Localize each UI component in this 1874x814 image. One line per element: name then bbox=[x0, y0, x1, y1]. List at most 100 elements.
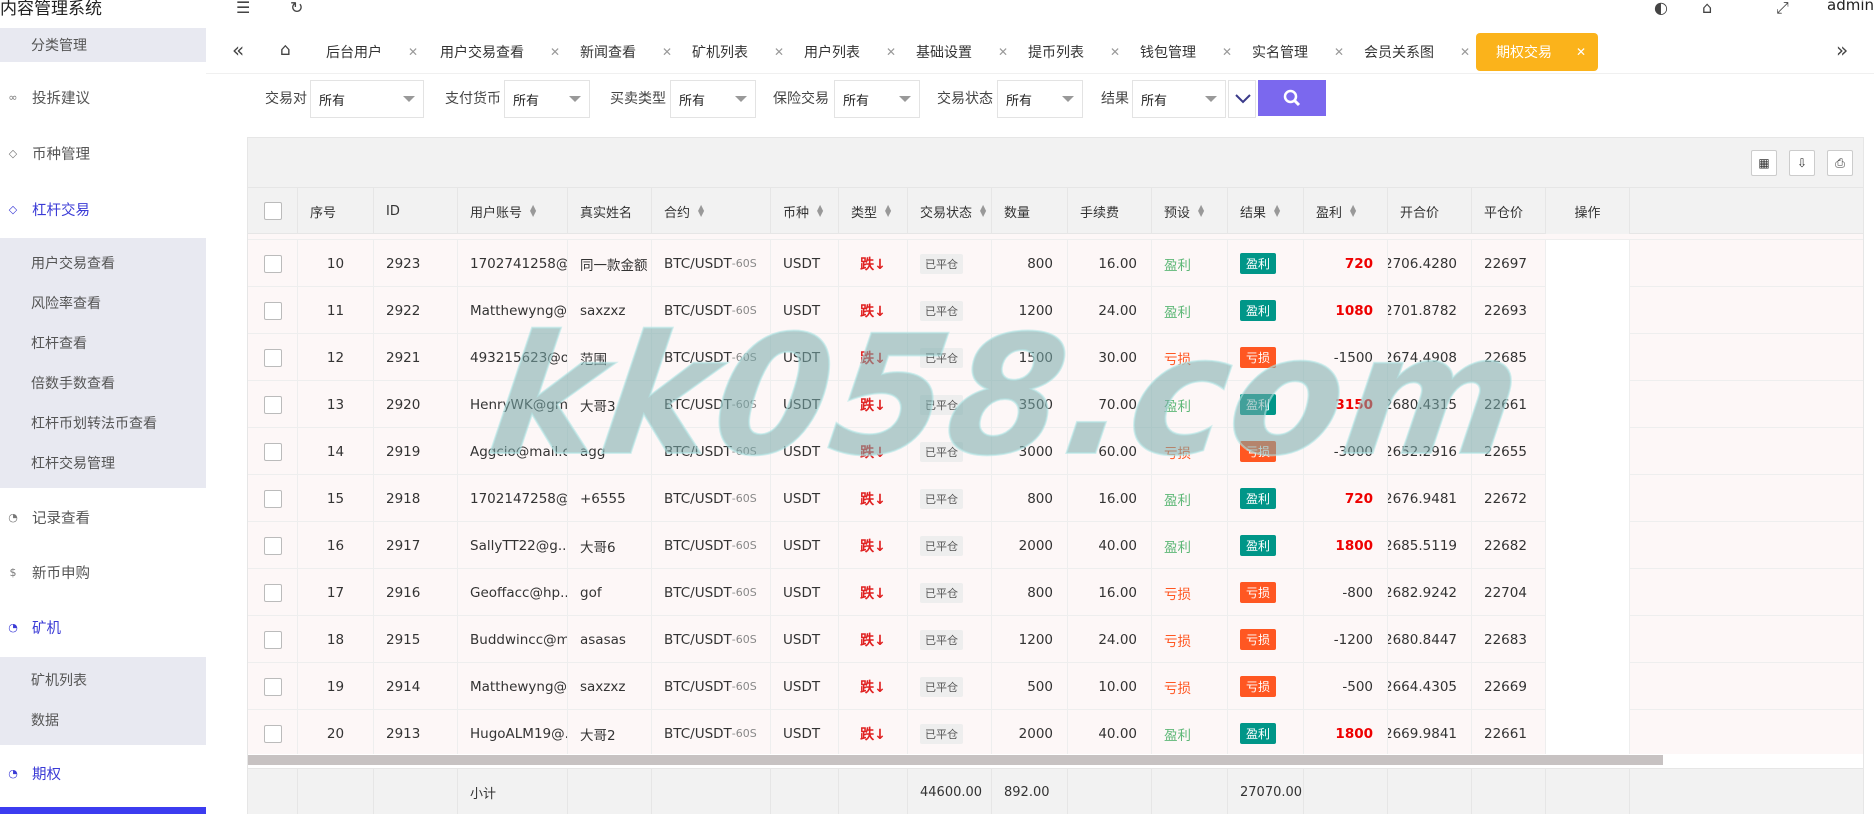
filter-side-select[interactable]: 所有 bbox=[670, 80, 756, 118]
sidebar-item-miner-list[interactable]: 矿机列表 bbox=[0, 665, 206, 695]
theme-icon[interactable]: ◐ bbox=[1654, 0, 1668, 17]
sort-icon[interactable]: ▲ ▼ bbox=[1198, 204, 1204, 218]
sidebar-item-risk[interactable]: 风险率查看 bbox=[0, 288, 206, 318]
sidebar-item-multiplier[interactable]: 倍数手数查看 bbox=[0, 368, 206, 398]
row-checkbox[interactable] bbox=[263, 630, 282, 649]
row-checkbox-cell[interactable] bbox=[248, 663, 298, 710]
column-header[interactable]: 类型 ▲ ▼ bbox=[839, 188, 908, 234]
row-checkbox-cell[interactable] bbox=[248, 522, 298, 569]
row-checkbox-cell[interactable] bbox=[248, 616, 298, 663]
fullscreen-icon[interactable]: ⤢ bbox=[1776, 0, 1789, 18]
tab-options-trades[interactable]: 期权交易 ✕ bbox=[1476, 33, 1599, 71]
close-icon[interactable]: ✕ bbox=[1222, 45, 1232, 59]
filter-status-select[interactable]: 所有 bbox=[997, 80, 1083, 118]
row-checkbox[interactable] bbox=[263, 254, 282, 273]
row-checkbox-cell[interactable] bbox=[248, 334, 298, 381]
sidebar-item-user-trades[interactable]: 用户交易查看 bbox=[0, 248, 206, 278]
sort-icon[interactable]: ▲ ▼ bbox=[698, 204, 704, 218]
sidebar-item-leverage-view[interactable]: 杠杆查看 bbox=[0, 328, 206, 358]
sidebar-item-suggestion[interactable]: ∞ 投拆建议 bbox=[0, 82, 206, 112]
tab-wallet[interactable]: 钱包管理 ✕ bbox=[1140, 33, 1232, 71]
sidebar-item-coins[interactable]: ◇ 币种管理 bbox=[0, 138, 206, 168]
sidebar-item-miner[interactable]: ◔ 矿机 bbox=[0, 612, 206, 642]
tab-miner-list[interactable]: 矿机列表 ✕ bbox=[692, 33, 784, 71]
row-checkbox[interactable] bbox=[263, 348, 282, 367]
sort-icon[interactable]: ▲ ▼ bbox=[1274, 204, 1280, 218]
row-checkbox[interactable] bbox=[263, 489, 282, 508]
table-row[interactable]: 12 2921 493215623@o... 范围 BTC/USDT-60S USDT 跌↓… bbox=[248, 334, 1863, 381]
sidebar-item-data[interactable]: 数据 bbox=[0, 705, 206, 735]
print-icon[interactable]: ⎙ bbox=[1827, 150, 1853, 176]
sidebar-item-transfer[interactable]: 杠杆币划转法币查看 bbox=[0, 408, 206, 438]
column-header[interactable]: 合约 ▲ ▼ bbox=[652, 188, 771, 234]
row-checkbox-cell[interactable] bbox=[248, 710, 298, 754]
row-checkbox[interactable] bbox=[263, 442, 282, 461]
table-row[interactable]: 18 2915 Buddwincc@m... asasas BTC/USDT-60S US… bbox=[248, 616, 1863, 663]
columns-icon[interactable]: ▦ bbox=[1751, 150, 1777, 176]
row-checkbox-cell[interactable] bbox=[248, 240, 298, 287]
table-row[interactable]: 17 2916 Geoffacc@hp.... gof BTC/USDT -60S USDT… bbox=[248, 569, 1863, 616]
column-header[interactable]: 预设 ▲ ▼ bbox=[1152, 188, 1228, 234]
close-icon[interactable]: ✕ bbox=[1576, 45, 1586, 59]
close-icon[interactable]: ✕ bbox=[774, 45, 784, 59]
tab-news[interactable]: 新闻查看 ✕ bbox=[580, 33, 672, 71]
table-row[interactable]: 16 2917 SallyTT22@g... 大哥6 BTC/USDT -60S USDT 跌… bbox=[248, 522, 1863, 569]
table-row[interactable]: 20 2913 HugoALM19@... 大哥2 BTC/USDT -60S USDT 跌↓… bbox=[248, 710, 1863, 754]
sort-icon[interactable]: ▲ ▼ bbox=[885, 204, 891, 218]
column-header[interactable]: 结果 ▲ ▼ bbox=[1228, 188, 1304, 234]
column-header[interactable]: 用户账号 ▲ ▼ bbox=[458, 188, 568, 234]
sort-icon[interactable]: ▲ ▼ bbox=[817, 204, 823, 218]
tab-user-trades[interactable]: 用户交易查看 ✕ bbox=[440, 33, 560, 71]
table-row[interactable]: 19 2914 Matthewyng@... saxzxz BTC/USDT-60S US… bbox=[248, 663, 1863, 710]
sidebar-item-category[interactable]: 分类管理 bbox=[0, 30, 206, 60]
table-row[interactable]: 11 2922 Matthewyng@... saxzxz BTC/USDT-60S US… bbox=[248, 287, 1863, 334]
row-checkbox[interactable] bbox=[263, 301, 282, 320]
close-icon[interactable]: ✕ bbox=[886, 45, 896, 59]
row-checkbox[interactable] bbox=[263, 395, 282, 414]
export-icon[interactable]: ⇩ bbox=[1789, 150, 1815, 176]
sort-icon[interactable]: ▲ ▼ bbox=[1350, 204, 1356, 218]
sort-icon[interactable]: ▲ ▼ bbox=[530, 204, 536, 218]
tab-prev-icon[interactable]: « bbox=[232, 38, 244, 62]
row-checkbox[interactable] bbox=[263, 724, 282, 743]
sidebar-item-leverage-manage[interactable]: 杠杆交易管理 bbox=[0, 448, 206, 478]
close-icon[interactable]: ✕ bbox=[1460, 45, 1470, 59]
select-all-checkbox[interactable] bbox=[263, 202, 282, 220]
filter-pair-select[interactable]: 所有 bbox=[310, 80, 424, 118]
sidebar-item-new-coin[interactable]: $ 新币申购 bbox=[0, 557, 206, 587]
column-header[interactable]: 交易状态 ▲ ▼ bbox=[908, 188, 992, 234]
row-checkbox-cell[interactable] bbox=[248, 287, 298, 334]
tab-member-tree[interactable]: 会员关系图 ✕ bbox=[1364, 33, 1470, 71]
close-icon[interactable]: ✕ bbox=[998, 45, 1008, 59]
filter-expand-button[interactable] bbox=[1228, 80, 1256, 118]
tab-user-list[interactable]: 用户列表 ✕ bbox=[804, 33, 896, 71]
home-icon[interactable]: ⌂ bbox=[280, 40, 291, 60]
tab-settings[interactable]: 基础设置 ✕ bbox=[916, 33, 1008, 71]
menu-collapse-icon[interactable]: ☰ bbox=[236, 0, 250, 17]
sort-icon[interactable]: ▲ ▼ bbox=[980, 204, 986, 218]
tab-kyc[interactable]: 实名管理 ✕ bbox=[1252, 33, 1344, 71]
close-icon[interactable]: ✕ bbox=[550, 45, 560, 59]
table-row[interactable]: 1029231702741258@...同一款金额BTC/USDT-60SUSD… bbox=[248, 240, 1863, 287]
filter-result-select[interactable]: 所有 bbox=[1132, 80, 1226, 118]
search-button[interactable] bbox=[1258, 80, 1326, 116]
sidebar-item-options[interactable]: ◔ 期权 bbox=[0, 758, 206, 788]
row-checkbox[interactable] bbox=[263, 536, 282, 555]
close-icon[interactable]: ✕ bbox=[662, 45, 672, 59]
close-icon[interactable]: ✕ bbox=[1110, 45, 1120, 59]
horizontal-scrollbar[interactable] bbox=[248, 755, 1663, 765]
tab-admin-users[interactable]: 后台用户 ✕ bbox=[326, 33, 418, 71]
tab-next-icon[interactable]: » bbox=[1836, 38, 1848, 62]
filter-insurance-select[interactable]: 所有 bbox=[834, 80, 920, 118]
close-icon[interactable]: ✕ bbox=[408, 45, 418, 59]
row-checkbox-cell[interactable] bbox=[248, 569, 298, 616]
row-checkbox-cell[interactable] bbox=[248, 428, 298, 475]
row-checkbox[interactable] bbox=[263, 677, 282, 696]
table-row[interactable]: 13 2920 HenryWK@gm... 大哥3 BTC/USDT-60S USDT 跌↓… bbox=[248, 381, 1863, 428]
sidebar-item-leverage[interactable]: ◇ 杠杆交易 bbox=[0, 194, 206, 224]
tag-icon[interactable]: ⌂ bbox=[1702, 0, 1712, 17]
column-header[interactable]: 盈利 ▲ ▼ bbox=[1304, 188, 1388, 234]
table-row[interactable]: 14 2919 Aggcio@mail.c... agg BTC/USDT-60S USD… bbox=[248, 428, 1863, 475]
admin-user[interactable]: admin bbox=[1827, 0, 1874, 14]
sidebar-item-records[interactable]: ◔ 记录查看 bbox=[0, 502, 206, 532]
